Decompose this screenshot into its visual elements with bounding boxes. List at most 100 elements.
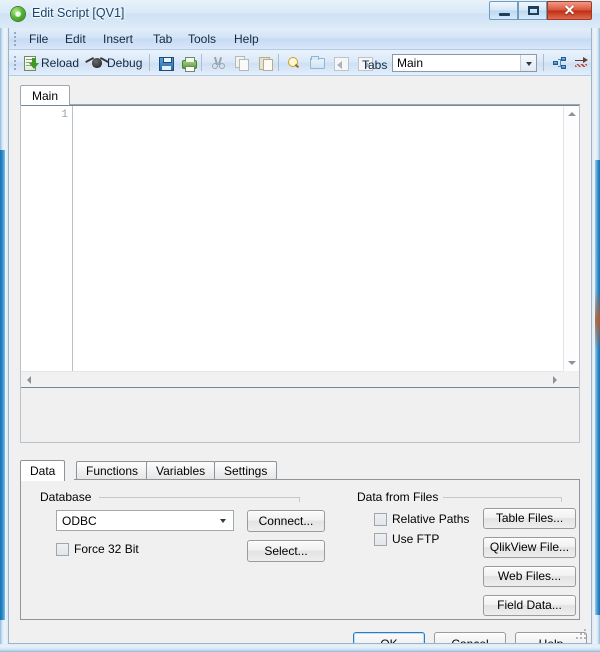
editor-vertical-scrollbar[interactable]	[563, 106, 579, 371]
database-group-rule	[99, 497, 299, 498]
close-button[interactable]: ✕	[547, 1, 592, 20]
title-bar[interactable]: Edit Script [QV1] ✕	[0, 0, 600, 28]
edit-script-window: Edit Script [QV1] ✕ File Edit Insert Tab…	[0, 0, 600, 652]
ok-button[interactable]: OK	[353, 632, 425, 643]
triangle-down-icon	[568, 361, 576, 365]
resize-grip[interactable]	[576, 629, 588, 641]
move-tab-left-button[interactable]	[329, 52, 353, 73]
menu-bar: File Edit Insert Tab Tools Help	[9, 28, 591, 50]
table-files-button[interactable]: Table Files...	[483, 508, 576, 529]
scroll-right-button[interactable]	[547, 372, 563, 387]
web-files-button[interactable]: Web Files...	[483, 566, 576, 587]
scroll-left-button[interactable]	[21, 372, 37, 387]
menu-item-tools[interactable]: Tools	[182, 31, 222, 47]
force-32-bit-checkbox[interactable]: Force 32 Bit	[56, 542, 139, 556]
data-from-files-group-title: Data from Files	[357, 490, 439, 504]
debug-bug-icon	[89, 55, 105, 71]
data-from-files-group-rule	[443, 497, 561, 498]
reload-label: Reload	[41, 55, 80, 70]
database-group-rule-end	[299, 497, 300, 502]
paste-icon	[258, 55, 274, 71]
goto-tab-button[interactable]	[570, 52, 591, 73]
data-from-files-group-rule-end	[561, 497, 562, 502]
open-folder-button[interactable]	[305, 52, 329, 73]
promote-tab-button[interactable]	[548, 52, 572, 73]
print-icon	[181, 55, 197, 72]
debug-label: Debug	[107, 55, 143, 70]
scrollbar-corner	[563, 371, 579, 387]
select-button[interactable]: Select...	[247, 540, 325, 562]
checkbox-box	[56, 542, 69, 556]
window-border-right-accent	[595, 160, 600, 615]
menu-item-edit[interactable]: Edit	[59, 31, 92, 47]
copy-button[interactable]	[230, 52, 254, 73]
field-data-button[interactable]: Field Data...	[483, 595, 576, 616]
save-button[interactable]	[154, 52, 178, 73]
use-ftp-label: Use FTP	[392, 532, 440, 546]
toolbar-separator	[201, 54, 202, 71]
debug-button[interactable]: Debug	[85, 52, 146, 73]
tab-data[interactable]: Data	[20, 460, 66, 481]
tab-variables[interactable]: Variables	[146, 461, 216, 480]
tabs-combo-value: Main	[397, 56, 424, 70]
checkbox-box	[374, 512, 387, 526]
search-button[interactable]	[282, 52, 306, 73]
chevron-down-icon	[526, 62, 532, 66]
tab-settings[interactable]: Settings	[214, 461, 278, 480]
promote-tab-icon	[552, 55, 568, 71]
script-text-editor[interactable]: 1	[20, 105, 580, 388]
menu-item-tab[interactable]: Tab	[147, 31, 178, 47]
menu-grip-handle[interactable]	[14, 32, 17, 46]
tool-bar: Reload Debug Tabs Main	[9, 50, 591, 76]
checkbox-box	[374, 532, 387, 546]
print-button[interactable]	[177, 52, 201, 73]
force-32-bit-label: Force 32 Bit	[74, 542, 139, 556]
tabs-combo-dropdown-button[interactable]	[520, 55, 536, 71]
database-type-dropdown-button[interactable]	[215, 512, 232, 529]
save-floppy-icon	[158, 55, 174, 71]
relative-paths-label: Relative Paths	[392, 512, 470, 526]
tabs-combo-label: Tabs	[362, 58, 388, 72]
relative-paths-checkbox[interactable]: Relative Paths	[374, 512, 469, 526]
bottom-tab-strip: Data Functions Variables Settings	[20, 460, 580, 481]
reload-icon	[23, 55, 39, 71]
window-border-right-accent-warm	[595, 290, 600, 350]
tab-functions[interactable]: Functions	[76, 461, 149, 480]
editor-code-area[interactable]	[74, 106, 563, 371]
maximize-button[interactable]	[518, 1, 547, 20]
menu-item-insert[interactable]: Insert	[97, 31, 139, 47]
goto-tab-icon	[574, 55, 590, 71]
scroll-down-button[interactable]	[564, 355, 579, 371]
database-type-combo[interactable]: ODBC	[56, 510, 234, 531]
editor-horizontal-scrollbar[interactable]	[21, 371, 563, 387]
minimize-button[interactable]	[489, 1, 518, 20]
open-folder-icon	[309, 55, 325, 71]
scroll-up-button[interactable]	[564, 106, 579, 122]
triangle-left-icon	[27, 376, 31, 384]
toolbar-separator	[278, 54, 279, 71]
client-area: File Edit Insert Tab Tools Help Reload D…	[8, 28, 592, 644]
menu-item-file[interactable]: File	[23, 31, 54, 47]
paste-button[interactable]	[254, 52, 278, 73]
database-group-title: Database	[40, 490, 92, 504]
copy-icon	[234, 55, 250, 71]
data-tab-panel: Database ODBC Force 32 Bit Connect... Se…	[20, 479, 580, 620]
cut-button[interactable]	[206, 52, 230, 73]
editor-line-number-gutter: 1	[21, 106, 73, 387]
search-magnifier-icon	[286, 55, 302, 71]
tabs-combo[interactable]: Main	[392, 54, 537, 72]
script-tab-main[interactable]: Main	[20, 85, 71, 106]
use-ftp-checkbox[interactable]: Use FTP	[374, 532, 439, 546]
qlikview-app-icon	[11, 7, 25, 21]
qlikview-file-button[interactable]: QlikView File...	[483, 537, 576, 558]
connect-button[interactable]: Connect...	[247, 510, 325, 532]
script-editor-panel: Main 1	[20, 85, 580, 448]
close-icon: ✕	[563, 2, 576, 18]
reload-button[interactable]: Reload	[19, 52, 83, 73]
cut-scissors-icon	[210, 55, 226, 71]
window-border-left-accent	[0, 150, 5, 620]
menu-item-help[interactable]: Help	[228, 31, 265, 47]
cancel-button[interactable]: Cancel	[434, 632, 506, 643]
maximize-icon	[528, 6, 539, 15]
toolbar-grip-handle[interactable]	[14, 56, 17, 70]
